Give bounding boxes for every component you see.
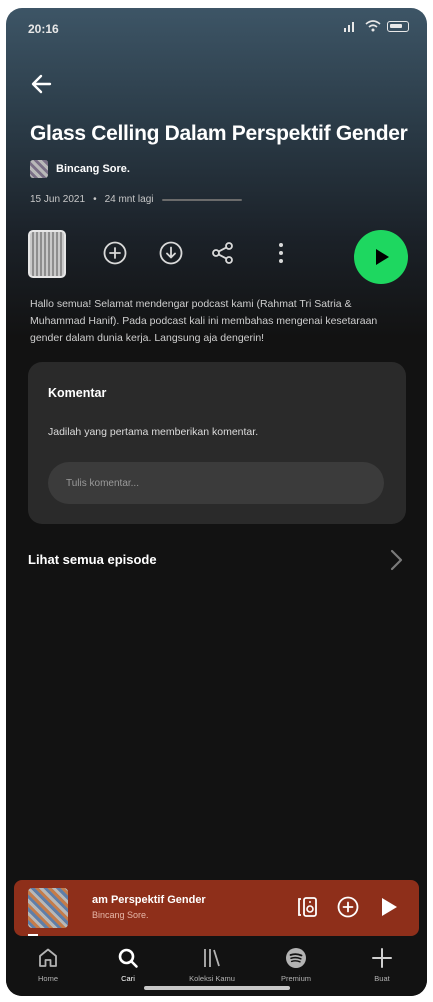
home-indicator — [144, 986, 290, 990]
screen: 20:16 Glass Celling Dalam Perspektif Gen… — [6, 8, 427, 996]
mini-player[interactable]: am Perspektif Gender Bincang Sore. — [14, 880, 419, 936]
episode-date: 15 Jun 2021 — [30, 194, 86, 205]
home-icon — [39, 948, 57, 967]
nav-premium[interactable]: Premium — [266, 946, 326, 983]
plus-icon — [372, 948, 392, 968]
wifi-icon — [365, 20, 381, 32]
nav-premium-label: Premium — [280, 974, 311, 983]
share-icon[interactable] — [210, 240, 236, 266]
more-vertical-icon[interactable] — [268, 240, 294, 266]
play-button[interactable] — [354, 230, 408, 284]
search-icon — [118, 948, 138, 968]
play-icon[interactable] — [376, 895, 400, 919]
connect-device-icon[interactable] — [296, 895, 320, 919]
nav-search-label: Cari — [121, 974, 135, 983]
status-icons — [343, 20, 409, 32]
mini-player-title: am Perspektif Gender — [92, 894, 206, 906]
add-circle-icon[interactable] — [336, 895, 360, 919]
status-bar: 20:16 — [6, 8, 427, 48]
episode-cover[interactable] — [28, 230, 66, 278]
comment-input[interactable] — [48, 462, 384, 504]
meta-separator: • — [93, 194, 97, 205]
all-episodes-label: Lihat semua episode — [28, 552, 157, 567]
add-circle-icon[interactable] — [102, 240, 128, 266]
library-icon — [204, 949, 220, 967]
show-link[interactable]: Bincang Sore. — [30, 160, 130, 178]
mini-player-progress — [28, 934, 38, 936]
episode-meta: 15 Jun 2021 • 24 mnt lagi — [30, 194, 242, 205]
back-arrow-icon[interactable] — [28, 70, 56, 98]
mini-player-subtitle: Bincang Sore. — [92, 910, 149, 920]
progress-line — [161, 198, 242, 201]
download-icon[interactable] — [158, 240, 184, 266]
spotify-icon — [286, 948, 306, 968]
nav-home-label: Home — [37, 974, 58, 983]
nav-home[interactable]: Home — [18, 946, 78, 983]
nav-library-label: Koleksi Kamu — [189, 974, 235, 983]
comments-card: Komentar Jadilah yang pertama memberikan… — [28, 362, 406, 524]
comments-empty-text: Jadilah yang pertama memberikan komentar… — [48, 426, 259, 438]
comments-title: Komentar — [48, 386, 107, 400]
play-icon — [376, 249, 389, 265]
episode-description: Hallo semua! Selamat mendengar podcast k… — [30, 298, 378, 344]
nav-library[interactable]: Koleksi Kamu — [182, 946, 242, 983]
battery-icon — [387, 20, 409, 32]
mini-player-cover — [28, 888, 68, 928]
bottom-nav: Home Cari Koleksi Kamu Premium Buat — [6, 938, 427, 996]
nav-create-label: Buat — [374, 974, 390, 983]
show-name: Bincang Sore. — [56, 163, 130, 175]
nav-create[interactable]: Buat — [352, 946, 412, 983]
chevron-right-icon — [390, 549, 403, 571]
show-thumbnail — [30, 160, 48, 178]
episode-title: Glass Celling Dalam Perspektif Gender — [30, 122, 408, 145]
signal-icon — [344, 22, 354, 32]
all-episodes-row[interactable]: Lihat semua episode — [28, 546, 406, 576]
status-time: 20:16 — [28, 22, 59, 36]
episode-remaining: 24 mnt lagi — [104, 194, 154, 205]
nav-search[interactable]: Cari — [98, 946, 158, 983]
action-row — [28, 228, 408, 284]
